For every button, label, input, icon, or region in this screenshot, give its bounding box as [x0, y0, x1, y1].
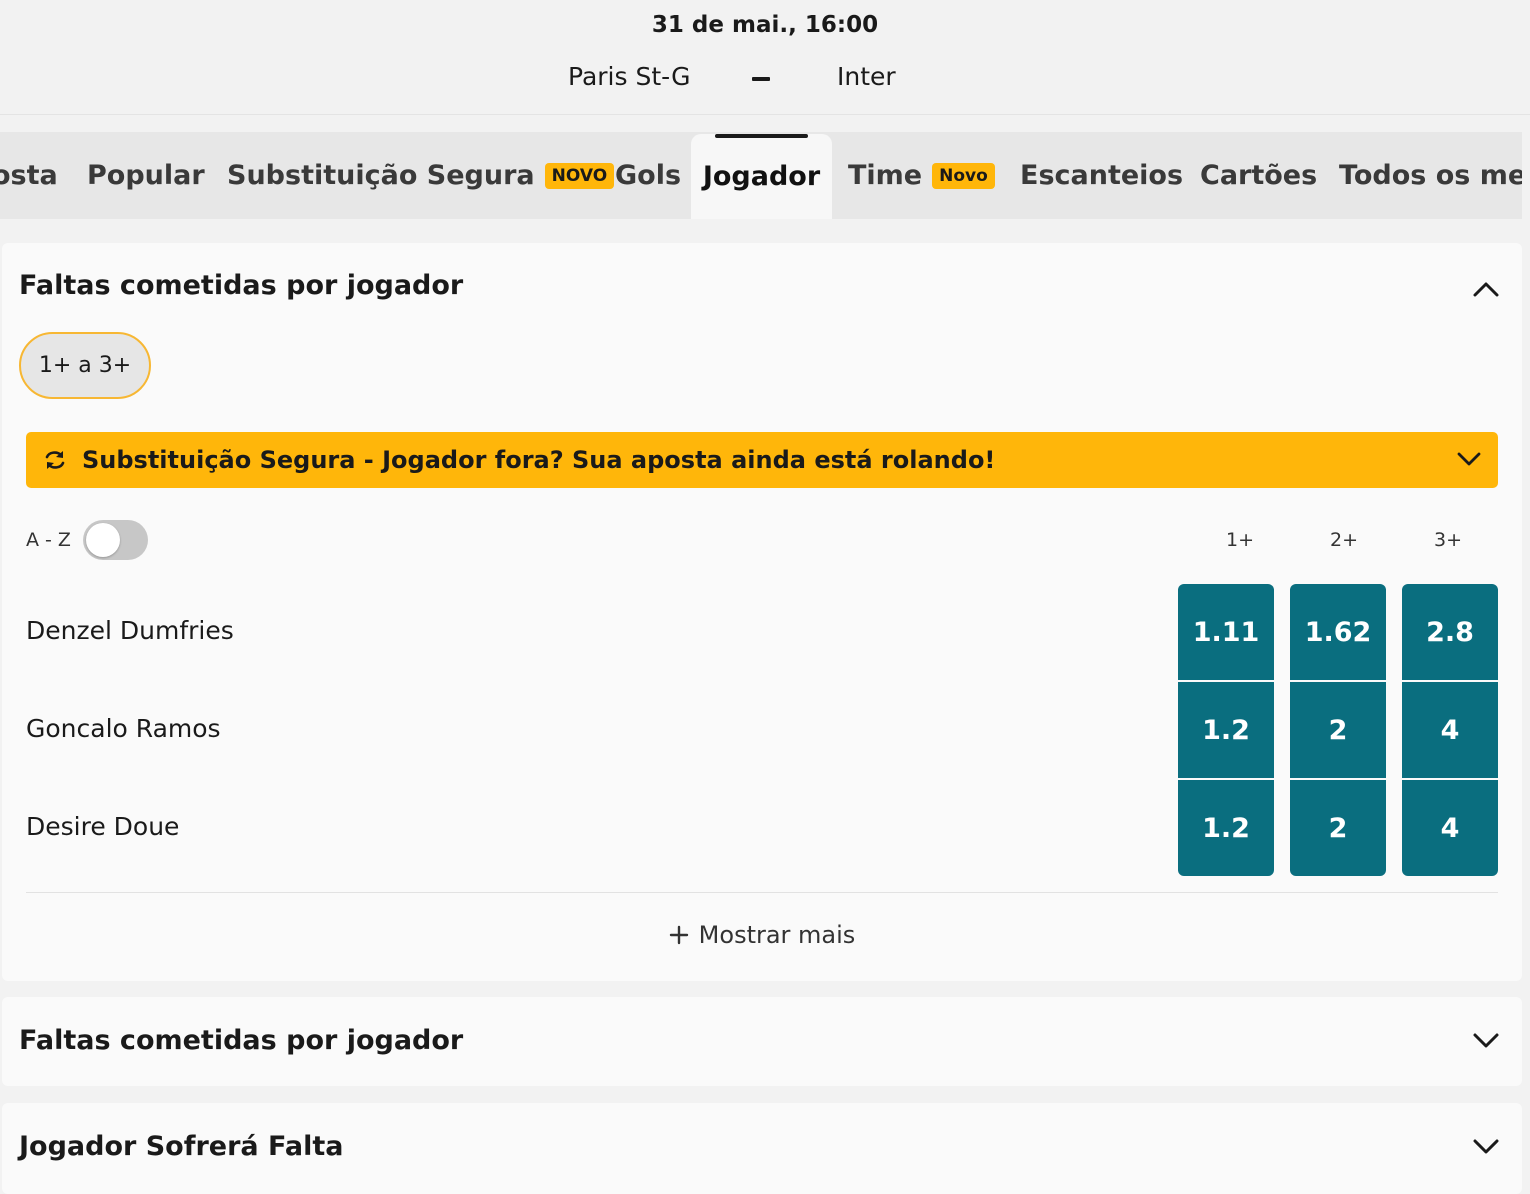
market-card-collapsed[interactable]: Jogador Sofrerá Falta [2, 1103, 1522, 1194]
range-filter-pill[interactable]: 1+ a 3+ [19, 332, 151, 399]
divider [26, 892, 1498, 893]
chevron-down-icon[interactable] [1472, 1137, 1500, 1157]
tab-aposta[interactable]: osta [0, 132, 58, 219]
odds-button[interactable]: 1.11 [1178, 584, 1274, 680]
score-separator [752, 77, 770, 81]
new-badge: NOVO [544, 162, 615, 189]
player-row: Denzel Dumfries 1.11 1.62 2.8 [2, 584, 1522, 682]
sort-az-toggle[interactable] [83, 520, 148, 560]
odds-button[interactable]: 2.8 [1402, 584, 1498, 680]
odds-button[interactable]: 1.2 [1178, 780, 1274, 876]
swap-arrows-icon [45, 451, 65, 469]
odds-button[interactable]: 2 [1290, 682, 1386, 778]
tab-label: Gols [615, 160, 682, 191]
player-name: Desire Doue [26, 812, 180, 841]
show-more-label: Mostrar mais [698, 921, 856, 949]
toggle-knob [86, 523, 120, 557]
player-row: Goncalo Ramos 1.2 2 4 [2, 682, 1522, 780]
chevron-up-icon[interactable] [1472, 279, 1500, 299]
chevron-down-icon [1457, 452, 1481, 466]
column-header-2plus: 2+ [1329, 529, 1358, 551]
column-header-1plus: 1+ [1225, 529, 1254, 551]
odds-button[interactable]: 4 [1402, 682, 1498, 778]
market-tabs: osta Popular Substituição Segura NOVO Go… [0, 116, 1522, 219]
market-title: Jogador Sofrerá Falta [19, 1131, 344, 1162]
tab-label: osta [0, 160, 58, 191]
player-name: Denzel Dumfries [26, 616, 234, 645]
odds-button[interactable]: 2 [1290, 780, 1386, 876]
new-badge: Novo [932, 162, 995, 189]
tab-label: Substituição Segura [227, 160, 535, 191]
column-header-3plus: 3+ [1433, 529, 1462, 551]
tab-popular[interactable]: Popular [87, 132, 205, 219]
show-more-button[interactable]: Mostrar mais [2, 921, 1522, 949]
substituicao-segura-banner[interactable]: Substituição Segura - Jogador fora? Sua … [26, 432, 1498, 488]
odds-button[interactable]: 1.62 [1290, 584, 1386, 680]
tab-gols[interactable]: Gols [615, 132, 681, 219]
tab-substituicao-segura[interactable]: Substituição Segura NOVO [227, 132, 615, 219]
away-team-name: Inter [837, 62, 896, 91]
range-filter-label: 1+ a 3+ [38, 353, 132, 378]
player-name: Goncalo Ramos [26, 714, 221, 743]
tab-label: Cartões [1200, 160, 1318, 191]
plus-icon [669, 925, 688, 945]
tab-jogador[interactable]: Jogador [691, 134, 832, 219]
tab-todos-os-mercados[interactable]: Todos os mer [1339, 132, 1522, 219]
tab-label: Time [848, 160, 923, 191]
tab-label: Escanteios [1020, 160, 1184, 191]
market-card-collapsed[interactable]: Faltas cometidas por jogador [2, 997, 1522, 1086]
market-title: Faltas cometidas por jogador [19, 270, 464, 301]
tab-escanteios[interactable]: Escanteios [1020, 132, 1183, 219]
banner-text: Substituição Segura - Jogador fora? Sua … [82, 446, 996, 474]
tab-label: Jogador [702, 161, 821, 192]
market-title: Faltas cometidas por jogador [19, 1025, 464, 1056]
sort-az-label: A - Z [26, 529, 71, 551]
odds-button[interactable]: 1.2 [1178, 682, 1274, 778]
tab-label: Todos os mer [1339, 160, 1522, 191]
match-datetime: 31 de mai., 16:00 [651, 12, 879, 38]
chevron-down-icon[interactable] [1472, 1031, 1500, 1051]
player-row: Desire Doue 1.2 2 4 [2, 780, 1522, 878]
tab-cartoes[interactable]: Cartões [1200, 132, 1317, 219]
home-team-name: Paris St-G [568, 62, 691, 91]
tab-time[interactable]: Time Novo [848, 132, 995, 219]
market-card-faltas-cometidas: Faltas cometidas por jogador 1+ a 3+ Sub… [2, 243, 1522, 981]
active-tab-indicator [715, 134, 808, 138]
match-header: 31 de mai., 16:00 Paris St-G Inter [0, 0, 1530, 115]
tab-label: Popular [87, 160, 205, 191]
odds-button[interactable]: 4 [1402, 780, 1498, 876]
